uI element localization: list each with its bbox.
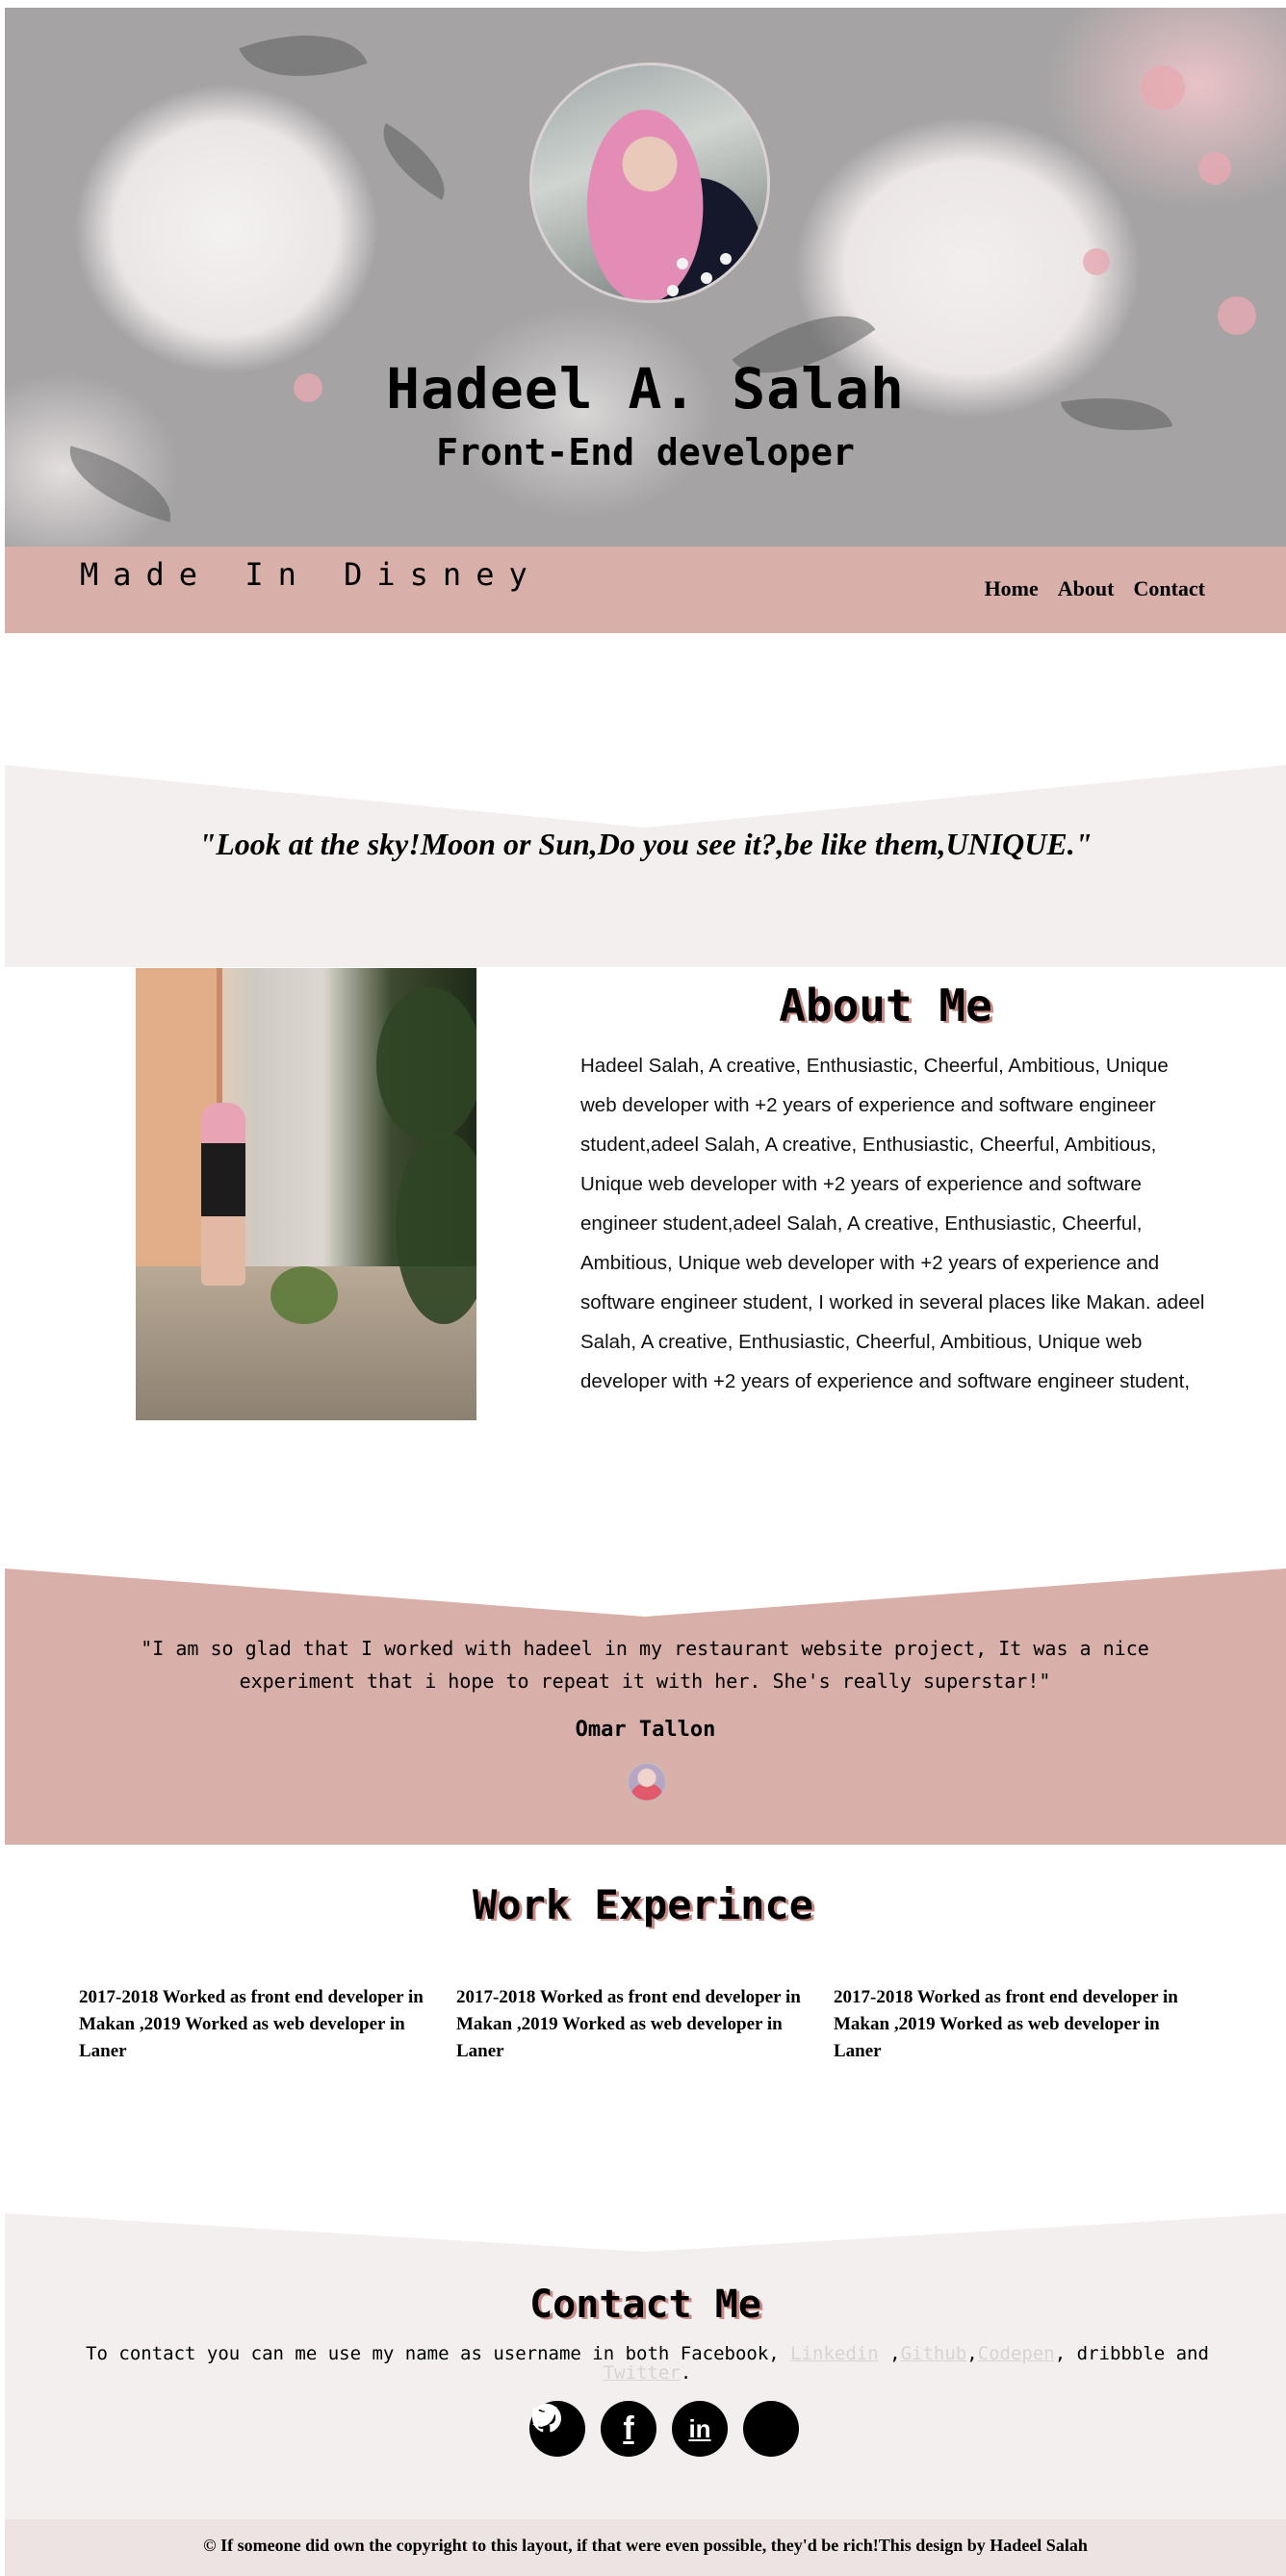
contact-end: . [680, 2362, 692, 2384]
facebook-icon[interactable]: f [601, 2401, 656, 2457]
brand-logo[interactable]: Made In Disney [80, 556, 542, 593]
twitter-glyph [531, 2406, 558, 2427]
testimonial-section: "I am so glad that I worked with hadeel … [5, 1569, 1286, 1845]
photo-plant [376, 987, 476, 1141]
floral-leaf-decoration [367, 123, 461, 200]
contact-link-twitter[interactable]: Twitter [604, 2362, 681, 2384]
hero-name: Hadeel A. Salah [386, 356, 905, 421]
floral-petal-decoration [1141, 65, 1185, 110]
hero-role: Front-End developer [436, 431, 855, 473]
about-title: About Me [779, 980, 992, 1032]
contact-separator: , [966, 2343, 978, 2364]
footer-copyright: © If someone did own the copyright to th… [203, 2536, 1088, 2555]
contact-link-linkedin[interactable]: Linkedin [790, 2343, 879, 2364]
quote-background [5, 765, 1286, 967]
floral-petal-decoration [1218, 296, 1256, 335]
contact-link-github[interactable]: Github [901, 2343, 967, 2364]
linkedin-icon[interactable]: in [672, 2401, 728, 2457]
quote-text: "Look at the sky!Moon or Sun,Do you see … [198, 827, 1093, 861]
contact-section: Contact Me To contact you can me use my … [5, 2213, 1286, 2519]
contact-separator: , [878, 2343, 901, 2364]
hero-banner: Hadeel A. Salah Front-End developer [5, 8, 1286, 547]
nav-link-contact[interactable]: Contact [1133, 576, 1205, 601]
about-photo [136, 968, 476, 1420]
social-icons: f in [529, 2401, 799, 2457]
testimonial-author: Omar Tallon [575, 1718, 716, 1742]
testimonial-text: "I am so glad that I worked with hadeel … [141, 1637, 1149, 1693]
about-text: Hadeel Salah, A creative, Enthusiastic, … [580, 1055, 1205, 1392]
work-item: 2017-2018 Worked as front end developer … [79, 1987, 424, 2061]
contact-link-codepen[interactable]: Codepen [978, 2343, 1055, 2364]
work-title: Work Experince [472, 1881, 813, 1928]
testimonial-avatar [627, 1762, 667, 1802]
contact-middle: , dribbble and [1054, 2343, 1209, 2364]
testimonial-background [5, 1569, 1286, 1845]
avatar-dress-dot [701, 272, 712, 284]
footer: © If someone did own the copyright to th… [5, 2519, 1286, 2576]
contact-text: To contact you can me use my name as use… [82, 2344, 1213, 2383]
nav-links: Home About Contact [985, 576, 1205, 601]
photo-plant [270, 1266, 338, 1324]
work-item: 2017-2018 Worked as front end developer … [834, 1987, 1178, 2061]
photo-person [201, 1103, 245, 1286]
nav-link-home[interactable]: Home [985, 576, 1039, 601]
avatar-dress-dot [720, 253, 732, 265]
nav-link-about[interactable]: About [1058, 576, 1115, 601]
twitter-icon[interactable] [531, 2401, 799, 2457]
floral-leaf-decoration [239, 9, 368, 103]
navbar: Made In Disney Home About Contact [5, 547, 1286, 633]
floral-petal-decoration [1198, 152, 1231, 185]
avatar-dress-dot [667, 285, 679, 296]
quote-section: "Look at the sky!Moon or Sun,Do you see … [5, 765, 1286, 967]
avatar-dress-dot [677, 258, 688, 269]
work-item: 2017-2018 Worked as front end developer … [456, 1987, 801, 2061]
profile-avatar [529, 63, 770, 303]
floral-petal-decoration [1083, 248, 1110, 275]
contact-intro: To contact you can me use my name as use… [86, 2343, 791, 2364]
contact-title: Contact Me [529, 2283, 761, 2327]
